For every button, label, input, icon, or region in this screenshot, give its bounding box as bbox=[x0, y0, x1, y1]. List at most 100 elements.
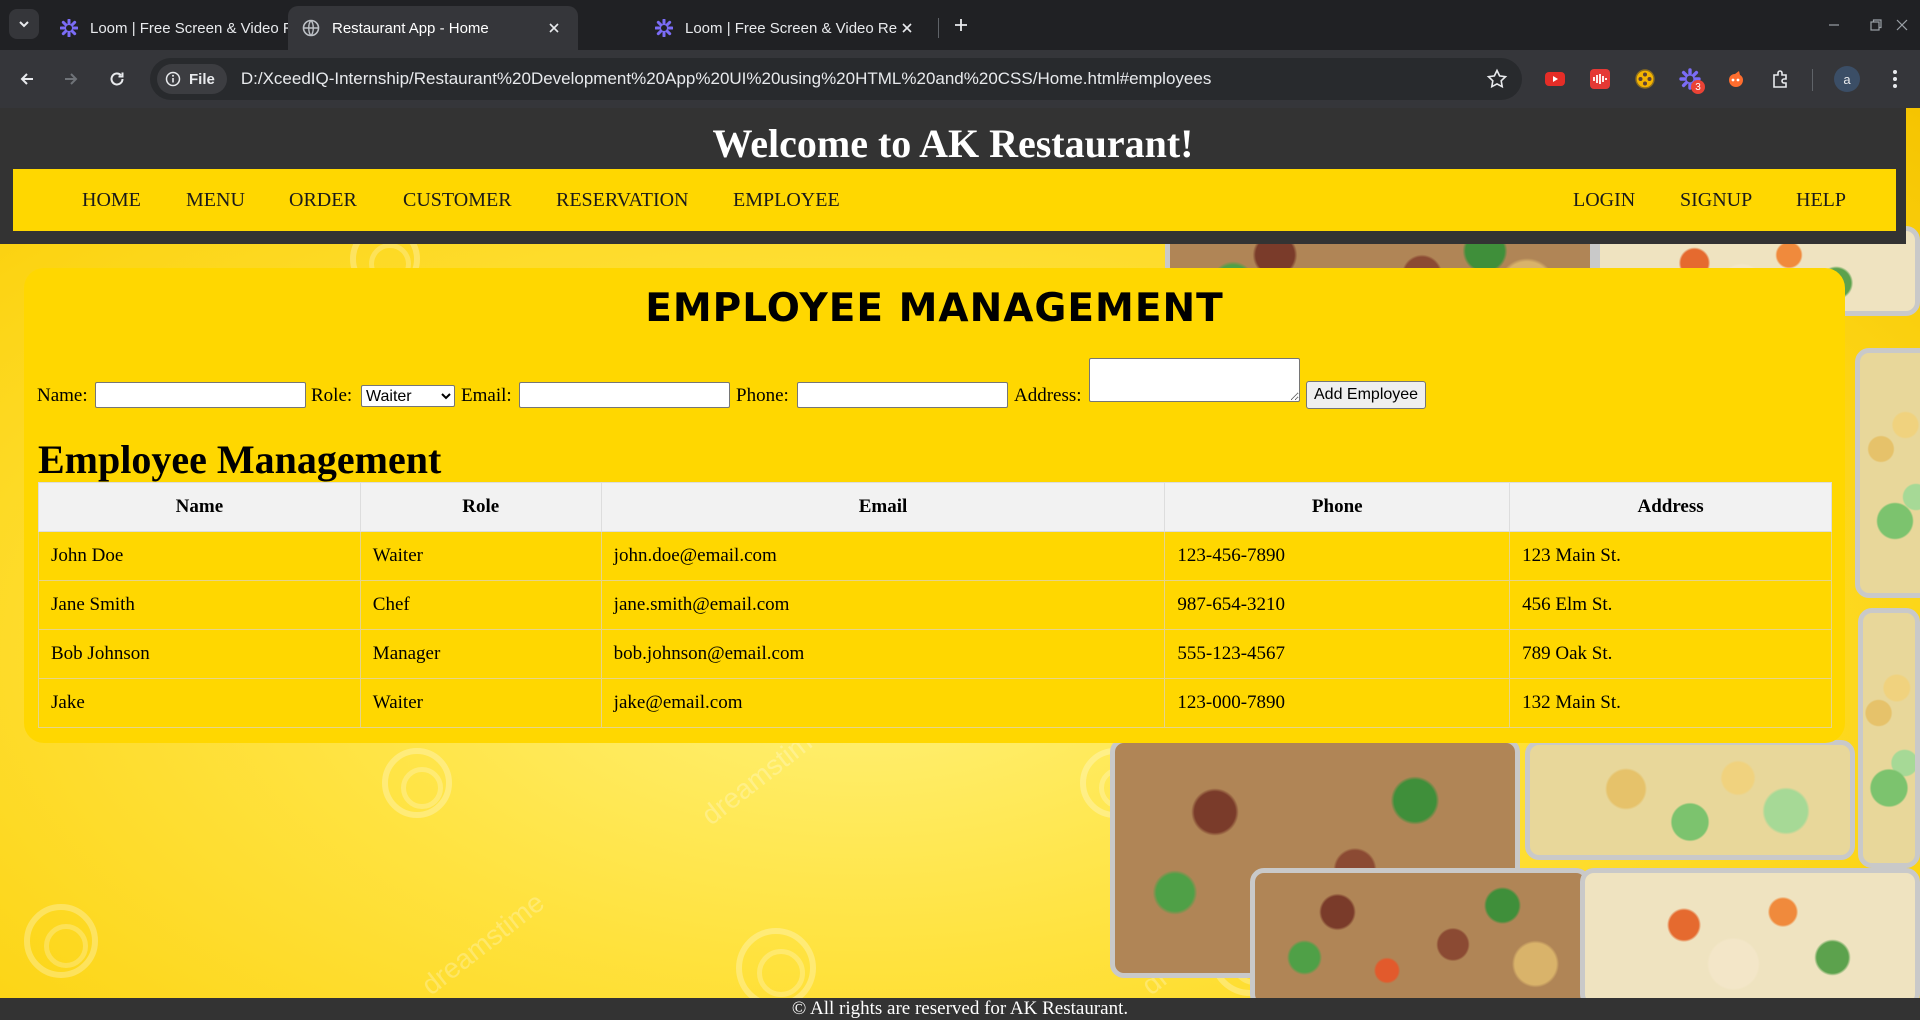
url-text[interactable]: D:/XceedIQ-Internship/Restaurant%20Devel… bbox=[241, 69, 1211, 89]
close-icon[interactable] bbox=[544, 18, 564, 38]
column-header: Address bbox=[1509, 482, 1832, 532]
tab-title: Loom | Free Screen & Video Recording bbox=[90, 19, 302, 37]
name-label: Name: bbox=[37, 385, 88, 406]
column-header: Role bbox=[359, 482, 602, 532]
nav-help[interactable]: HELP bbox=[1796, 169, 1846, 231]
email-label: Email: bbox=[461, 385, 512, 406]
nav-login[interactable]: LOGIN bbox=[1573, 169, 1635, 231]
phone-input[interactable] bbox=[797, 382, 1008, 408]
loom-extension-icon[interactable]: 3 bbox=[1677, 66, 1705, 94]
employee-management-card: EMPLOYEE MANAGEMENT Name: Role: Waiter E… bbox=[24, 268, 1845, 743]
arrow-right-icon bbox=[65, 73, 78, 85]
cell-name: Jake bbox=[38, 678, 361, 728]
tab-title: Loom | Free Screen & Video Recording bbox=[685, 19, 897, 37]
loom-icon bbox=[655, 19, 673, 37]
tab-separator bbox=[938, 18, 939, 38]
cell-name: Jane Smith bbox=[38, 580, 361, 630]
browser-tab-restaurant[interactable]: Restaurant App - Home bbox=[288, 6, 578, 50]
profile-avatar[interactable]: a bbox=[1834, 66, 1860, 92]
food-container-image bbox=[1580, 868, 1920, 1008]
site-info-chip[interactable]: File bbox=[157, 64, 227, 94]
cell-name: Bob Johnson bbox=[38, 629, 361, 679]
phone-label: Phone: bbox=[736, 385, 789, 406]
page-viewport: dreamstime dreamstime dreamstime Welcome… bbox=[0, 108, 1920, 1020]
more-menu-icon[interactable] bbox=[1882, 66, 1908, 92]
nav-menu[interactable]: MENU bbox=[186, 169, 245, 231]
cell-role: Manager bbox=[359, 629, 602, 679]
cell-role: Waiter bbox=[359, 678, 602, 728]
reload-button[interactable] bbox=[102, 64, 132, 94]
table-row: John Doe Waiter john.doe@email.com 123-4… bbox=[38, 531, 1832, 581]
nav-customer[interactable]: CUSTOMER bbox=[403, 169, 512, 231]
add-employee-button[interactable]: Add Employee bbox=[1306, 381, 1427, 409]
cell-phone: 123-456-7890 bbox=[1164, 531, 1511, 581]
plus-icon bbox=[955, 19, 967, 31]
nav-reservation[interactable]: RESERVATION bbox=[556, 169, 689, 231]
arrow-left-icon bbox=[20, 73, 33, 85]
globe-icon bbox=[302, 19, 320, 37]
site-footer: © All rights are reserved for AK Restaur… bbox=[0, 998, 1920, 1020]
address-label: Address: bbox=[1014, 385, 1082, 406]
cell-phone: 555-123-4567 bbox=[1164, 629, 1511, 679]
site-title: Welcome to AK Restaurant! bbox=[712, 121, 1194, 166]
browser-toolbar: File D:/XceedIQ-Internship/Restaurant%20… bbox=[0, 50, 1920, 108]
site-info-label: File bbox=[189, 70, 215, 88]
nav-employee[interactable]: EMPLOYEE bbox=[733, 169, 840, 231]
close-icon[interactable] bbox=[897, 18, 917, 38]
column-header: Name bbox=[38, 482, 361, 532]
role-label: Role: bbox=[311, 385, 353, 406]
column-header: Phone bbox=[1164, 482, 1511, 532]
restore-icon bbox=[1870, 19, 1882, 31]
food-container-image bbox=[1858, 608, 1920, 868]
background-watermark: dreamstime bbox=[415, 886, 550, 1001]
add-employee-form: Name: Role: Waiter Email: Phone: Address… bbox=[37, 356, 1837, 410]
restore-button[interactable] bbox=[1862, 12, 1890, 38]
new-tab-button[interactable] bbox=[948, 12, 974, 38]
role-select[interactable]: Waiter bbox=[361, 385, 455, 407]
back-button[interactable] bbox=[12, 64, 42, 94]
tab-search-button[interactable] bbox=[9, 9, 39, 39]
nav-home[interactable]: HOME bbox=[82, 169, 141, 231]
toolbar-separator bbox=[1812, 69, 1813, 91]
table-row: Jake Waiter jake@email.com 123-000-7890 … bbox=[38, 678, 1832, 728]
browser-tab-loom-2[interactable]: Loom | Free Screen & Video Recording bbox=[641, 6, 931, 50]
chevron-down-icon bbox=[19, 21, 29, 28]
close-window-button[interactable] bbox=[1888, 12, 1916, 38]
youtube-extension-icon[interactable] bbox=[1542, 66, 1568, 92]
cell-address: 789 Oak St. bbox=[1509, 629, 1832, 679]
forward-button[interactable] bbox=[56, 64, 86, 94]
browser-tab-bar: Loom | Free Screen & Video Recording Res… bbox=[0, 0, 1920, 50]
address-textarea[interactable] bbox=[1089, 358, 1300, 402]
email-input[interactable] bbox=[519, 382, 730, 408]
audio-extension-icon[interactable] bbox=[1587, 66, 1613, 92]
cell-address: 123 Main St. bbox=[1509, 531, 1832, 581]
hand-extension-icon[interactable] bbox=[1722, 66, 1748, 92]
cell-email: jane.smith@email.com bbox=[600, 580, 1166, 630]
cell-address: 456 Elm St. bbox=[1509, 580, 1832, 630]
cell-role: Waiter bbox=[359, 531, 602, 581]
column-header: Email bbox=[600, 482, 1166, 532]
table-row: Bob Johnson Manager bob.johnson@email.co… bbox=[38, 629, 1832, 679]
address-bar[interactable]: File D:/XceedIQ-Internship/Restaurant%20… bbox=[150, 58, 1522, 100]
section-heading: EMPLOYEE MANAGEMENT bbox=[645, 286, 1224, 331]
food-container-image bbox=[1855, 348, 1920, 598]
loom-icon bbox=[60, 19, 78, 37]
puzzle-icon[interactable] bbox=[1768, 66, 1794, 92]
site-nav: HOME MENU ORDER CUSTOMER RESERVATION EMP… bbox=[13, 169, 1896, 231]
bookmark-star-icon[interactable] bbox=[1486, 68, 1508, 95]
film-extension-icon[interactable] bbox=[1632, 66, 1658, 92]
cell-role: Chef bbox=[359, 580, 602, 630]
food-container-image bbox=[1525, 740, 1855, 860]
tab-title: Restaurant App - Home bbox=[332, 19, 489, 37]
cell-address: 132 Main St. bbox=[1509, 678, 1832, 728]
extension-badge: 3 bbox=[1691, 80, 1705, 94]
table-header-row: Name Role Email Phone Address bbox=[38, 482, 1832, 532]
background-swirl bbox=[736, 928, 816, 1008]
reload-icon bbox=[110, 72, 124, 86]
cell-email: bob.johnson@email.com bbox=[600, 629, 1166, 679]
nav-signup[interactable]: SIGNUP bbox=[1680, 169, 1752, 231]
cell-phone: 987-654-3210 bbox=[1164, 580, 1511, 630]
employee-table: Name Role Email Phone Address John Doe W… bbox=[38, 482, 1832, 728]
name-input[interactable] bbox=[95, 382, 306, 408]
nav-order[interactable]: ORDER bbox=[289, 169, 357, 231]
